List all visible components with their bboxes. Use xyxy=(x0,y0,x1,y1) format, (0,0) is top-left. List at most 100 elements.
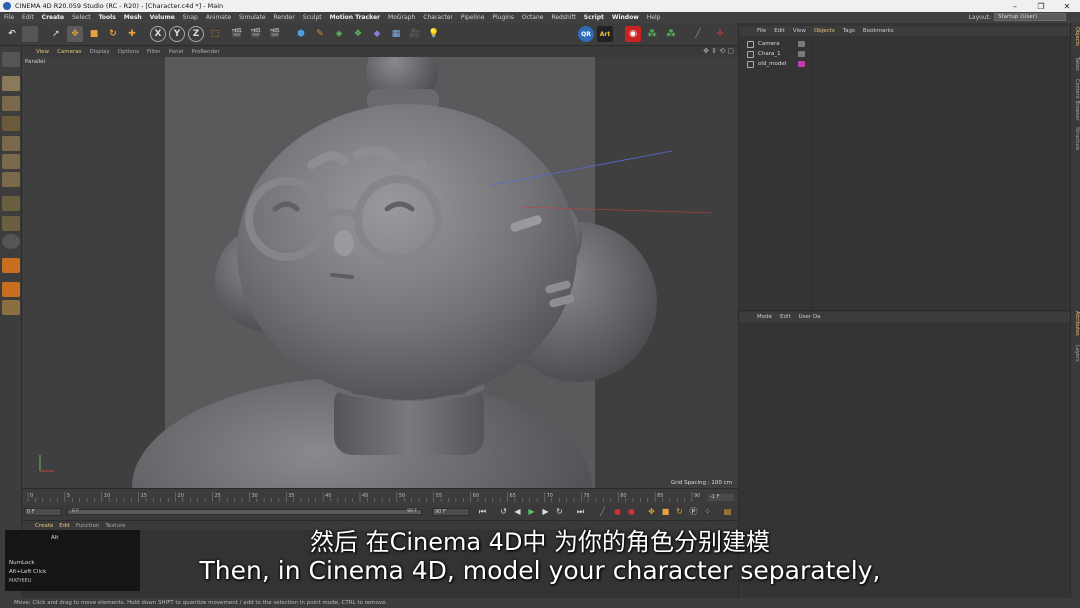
sculpt-brush-icon[interactable]: ╱ xyxy=(690,26,706,42)
camera-icon[interactable]: 🎥 xyxy=(407,26,423,42)
menu-character[interactable]: Character xyxy=(419,14,457,21)
qr-button[interactable]: QR xyxy=(578,26,594,42)
object-tag-icon[interactable] xyxy=(798,51,805,57)
z-axis-lock-button[interactable]: Z xyxy=(188,26,204,42)
undo-icon[interactable]: ↶ xyxy=(4,26,20,42)
art-button[interactable]: Art xyxy=(597,26,613,42)
menu-mesh[interactable]: Mesh xyxy=(120,14,146,21)
start-frame-field[interactable]: 0 F xyxy=(24,508,62,516)
y-axis-lock-button[interactable]: Y xyxy=(169,26,185,42)
planar-workplane-icon[interactable] xyxy=(2,300,20,315)
tweak-mode-icon[interactable] xyxy=(2,216,20,231)
locked-workplane-icon[interactable] xyxy=(2,282,20,297)
scale-tool-icon[interactable]: ■ xyxy=(86,26,102,42)
render-picture-viewer-icon[interactable]: 🎬 xyxy=(248,26,264,42)
right-tab-structure[interactable]: Structure xyxy=(1072,127,1080,150)
go-to-end-icon[interactable]: ⏭ xyxy=(575,507,586,518)
menu-animate[interactable]: Animate xyxy=(202,14,235,21)
render-view-icon[interactable]: 🎬 xyxy=(229,26,245,42)
menu-create[interactable]: Create xyxy=(38,14,68,21)
object-name[interactable]: Camera xyxy=(758,41,794,47)
menu-tools[interactable]: Tools xyxy=(95,14,120,21)
object-menu-tags[interactable]: Tags xyxy=(839,28,859,34)
pen-spline-icon[interactable]: ✎ xyxy=(312,26,328,42)
floor-icon[interactable]: ▦ xyxy=(388,26,404,42)
viewport-menu-display[interactable]: Display xyxy=(86,49,114,55)
menu-help[interactable]: Help xyxy=(643,14,665,21)
play-icon[interactable]: ▶ xyxy=(526,507,537,518)
key-scale-icon[interactable]: ■ xyxy=(660,507,671,518)
menu-snap[interactable]: Snap xyxy=(179,14,202,21)
polygons-mode-icon[interactable] xyxy=(2,172,20,187)
right-tab-attributes[interactable]: Attributes xyxy=(1072,311,1080,336)
viewport-menu-panel[interactable]: Panel xyxy=(165,49,188,55)
end-frame-field[interactable]: 90 F xyxy=(432,508,470,516)
layout-dropdown[interactable]: Startup (User) xyxy=(994,13,1066,21)
menu-redshift[interactable]: Redshift xyxy=(547,14,579,21)
texture-mode-icon[interactable] xyxy=(2,96,20,111)
viewport-menu-view[interactable]: View xyxy=(32,49,53,55)
menu-simulate[interactable]: Simulate xyxy=(235,14,270,21)
object-name[interactable]: Chara_1 xyxy=(758,51,794,57)
object-row[interactable]: old_model xyxy=(739,59,1071,69)
object-row[interactable]: Chara_1 xyxy=(739,49,1071,59)
object-menu-edit[interactable]: Edit xyxy=(770,28,789,34)
select-arrow-icon[interactable]: ➚ xyxy=(48,26,64,42)
key-point-level-icon[interactable]: ⁘ xyxy=(702,507,713,518)
object-menu-objects[interactable]: Objects xyxy=(810,28,839,34)
minimize-button[interactable]: – xyxy=(1002,2,1028,11)
timeline-window-icon[interactable]: ▤ xyxy=(722,507,733,518)
object-tag-icon[interactable] xyxy=(798,41,805,47)
viewport-menu-options[interactable]: Options xyxy=(114,49,143,55)
right-tab-layers[interactable]: Layers xyxy=(1072,345,1080,362)
menu-edit[interactable]: Edit xyxy=(18,14,38,21)
menu-mograph[interactable]: MoGraph xyxy=(384,14,419,21)
menu-render[interactable]: Render xyxy=(270,14,299,21)
menu-plugins[interactable]: Plugins xyxy=(488,14,518,21)
transform-tool-icon[interactable]: ✚ xyxy=(124,26,140,42)
close-button[interactable]: ✕ xyxy=(1054,2,1080,11)
render-camera-icon[interactable]: ◉ xyxy=(625,26,641,42)
x-axis-lock-button[interactable]: X xyxy=(150,26,166,42)
attribute-menu-mode[interactable]: Mode xyxy=(753,314,776,320)
record-keys-icon[interactable]: ╱ xyxy=(597,507,608,518)
redo-icon[interactable] xyxy=(22,26,38,42)
object-menu-bookmarks[interactable]: Bookmarks xyxy=(859,28,898,34)
autokeying-icon[interactable]: ● xyxy=(626,507,637,518)
attribute-menu-edit[interactable]: Edit xyxy=(776,314,795,320)
subdivision-surface-icon[interactable]: ◈ xyxy=(331,26,347,42)
menu-motion-tracker[interactable]: Motion Tracker xyxy=(326,14,384,21)
right-tab-takes[interactable]: Takes xyxy=(1072,57,1080,71)
rotate-tool-icon[interactable]: ↻ xyxy=(105,26,121,42)
menu-script[interactable]: Script xyxy=(580,14,608,21)
axis-mode-icon[interactable] xyxy=(2,196,20,211)
cloner-icon[interactable]: ❖ xyxy=(350,26,366,42)
preview-range-slider[interactable]: 0 F 90 F xyxy=(67,509,422,515)
previous-key-icon[interactable]: ↺ xyxy=(498,507,509,518)
object-tag-icon[interactable] xyxy=(798,61,805,67)
3d-viewport[interactable]: Parallel Grid Spacing : 100 cm xyxy=(22,57,738,488)
snapping-magnet-icon[interactable] xyxy=(2,258,20,273)
octane-icon[interactable]: ⁂ xyxy=(644,26,660,42)
right-tab-content-browser[interactable]: Content Browser xyxy=(1072,79,1080,121)
workplane-icon[interactable] xyxy=(2,116,20,131)
key-rotation-icon[interactable]: ↻ xyxy=(674,507,685,518)
key-parameter-icon[interactable]: Ⓟ xyxy=(688,507,699,518)
deformer-icon[interactable]: ◆ xyxy=(369,26,385,42)
menu-pipeline[interactable]: Pipeline xyxy=(457,14,488,21)
attribute-menu-user-da[interactable]: User Da xyxy=(795,314,825,320)
object-menu-view[interactable]: View xyxy=(789,28,810,34)
move-tool-icon[interactable]: ✥ xyxy=(67,26,83,42)
viewport-menu-filter[interactable]: Filter xyxy=(143,49,165,55)
record-active-objects-icon[interactable]: ● xyxy=(612,507,623,518)
object-menu-file[interactable]: File xyxy=(753,28,770,34)
viewport-menu-prorender[interactable]: ProRender xyxy=(188,49,224,55)
edges-mode-icon[interactable] xyxy=(2,154,20,169)
octane-scatter-icon[interactable]: ⁂ xyxy=(663,26,679,42)
menu-volume[interactable]: Volume xyxy=(146,14,179,21)
maximize-button[interactable]: ❐ xyxy=(1028,2,1054,11)
right-tab-objects[interactable]: Objects xyxy=(1072,27,1080,46)
object-row[interactable]: Camera xyxy=(739,39,1071,49)
previous-frame-icon[interactable]: ◀ xyxy=(512,507,523,518)
menu-file[interactable]: File xyxy=(0,14,18,21)
